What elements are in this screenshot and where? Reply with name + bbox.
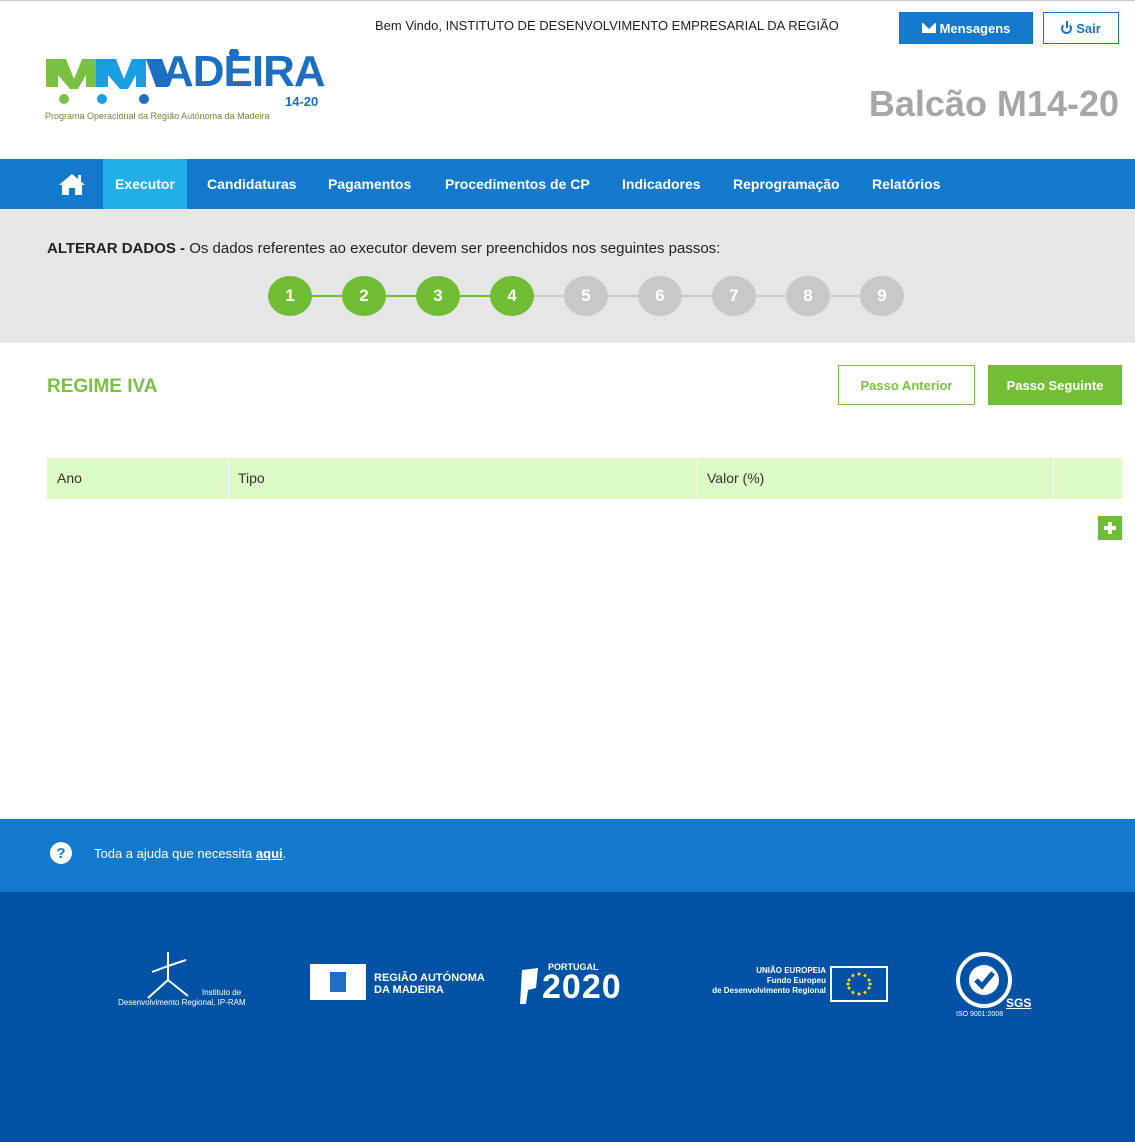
help-suffix: . (282, 846, 287, 861)
step-6[interactable]: 6 (638, 276, 682, 316)
previous-step-button[interactable]: Passo Anterior (838, 365, 975, 405)
envelope-icon (921, 23, 936, 33)
nav-item-indicadores[interactable]: Indicadores (622, 159, 701, 209)
ram-flag (310, 964, 366, 1000)
footer: Instituto de Desenvolvimento Regional, I… (0, 892, 1135, 1142)
step-2[interactable]: 2 (342, 276, 386, 316)
portugal2020-logo[interactable]: PORTUGAL 2020 (518, 962, 668, 1012)
steps-title-rest: Os dados referentes ao executor devem se… (185, 240, 721, 257)
question-icon: ? (50, 842, 72, 864)
nav-item-reprogramacao[interactable]: Reprogramação (733, 159, 840, 209)
help-bar: ? Toda a ajuda que necessita aqui. (0, 819, 1135, 892)
idr-logo-line1: Instituto de (202, 988, 242, 997)
sgs-mark (956, 952, 1012, 1008)
step-7[interactable]: 7 (712, 276, 756, 316)
logo-subtitle: Programa Operacional da Região Autónoma … (45, 111, 270, 121)
nav-item-procedimentos[interactable]: Procedimentos de CP (445, 159, 590, 209)
column-header-valor: Valor (%) (707, 470, 765, 486)
step-connector (312, 295, 342, 297)
step-9[interactable]: 9 (860, 276, 904, 316)
idr-logo[interactable]: Instituto de Desenvolvimento Regional, I… (118, 950, 258, 1014)
sgs-logo[interactable]: SGS ISO 9001:2008 (950, 950, 1040, 1020)
eu-flag (830, 966, 888, 1002)
step-4[interactable]: 4 (490, 276, 534, 316)
messages-label: Mensagens (939, 20, 1011, 36)
step-8[interactable]: 8 (786, 276, 830, 316)
eu-logo-line3: de Desenvolvimento Regional (712, 986, 826, 995)
idr-logo-mark (147, 952, 189, 999)
step-connector (682, 295, 712, 297)
steps-panel: ALTERAR DADOS - Os dados referentes ao e… (0, 209, 1135, 343)
nav-item-pagamentos[interactable]: Pagamentos (328, 159, 411, 209)
power-icon (1061, 20, 1073, 34)
portugal2020-mark (520, 968, 538, 1004)
portugal2020-line2: 2020 (542, 968, 622, 1006)
next-step-button[interactable]: Passo Seguinte (988, 365, 1122, 405)
ram-logo-line1: REGIÃO AUTÓNOMA (374, 972, 485, 984)
eu-logo[interactable]: UNIÃO EUROPEIA Fundo Europeu de Desenvol… (708, 966, 898, 1010)
step-3[interactable]: 3 (416, 276, 460, 316)
sgs-logo-line2: ISO 9001:2008 (956, 1011, 1004, 1018)
steps-title-bold: ALTERAR DADOS - (47, 240, 186, 257)
vat-table-header: Ano Tipo Valor (%) (47, 458, 1122, 499)
step-5[interactable]: 5 (564, 276, 608, 316)
messages-button[interactable]: Mensagens (899, 12, 1033, 44)
idr-logo-line2: Desenvolvimento Regional, IP-RAM (118, 998, 246, 1007)
step-connector (460, 295, 490, 297)
eu-logo-line2: Fundo Europeu (766, 976, 826, 985)
logo-number: 14-20 (285, 94, 319, 109)
main-nav: Executor Candidaturas Pagamentos Procedi… (0, 159, 1135, 209)
page-header: Bem Vindo, INSTITUTO DE DESENVOLVIMENTO … (0, 1, 1135, 159)
eu-logo-line1: UNIÃO EUROPEIA (756, 966, 826, 975)
step-connector (386, 295, 416, 297)
column-divider (1053, 458, 1054, 499)
help-message: Toda a ajuda que necessita (94, 846, 256, 861)
nav-item-executor[interactable]: Executor (103, 159, 187, 209)
home-icon[interactable] (58, 172, 86, 196)
portal-title: Balcão M14-20 (868, 83, 1119, 124)
nav-item-candidaturas[interactable]: Candidaturas (207, 159, 296, 209)
steps-instructions: ALTERAR DADOS - Os dados referentes ao e… (47, 240, 720, 257)
nav-item-relatorios[interactable]: Relatórios (872, 159, 940, 209)
logo-word: ADEIRA (162, 47, 326, 96)
add-row-button[interactable] (1098, 516, 1122, 540)
ram-logo-line2: DA MADEIRA (374, 984, 444, 996)
step-connector (756, 295, 786, 297)
ram-logo[interactable]: REGIÃO AUTÓNOMA DA MADEIRA (310, 964, 485, 1008)
step-connector (830, 295, 860, 297)
welcome-text: Bem Vindo, INSTITUTO DE DESENVOLVIMENTO … (375, 18, 839, 33)
logout-button[interactable]: Sair (1043, 12, 1119, 44)
step-connector (608, 295, 638, 297)
sgs-logo-line1: SGS (1006, 996, 1032, 1010)
help-text: Toda a ajuda que necessita aqui. (94, 846, 286, 861)
column-header-ano: Ano (57, 470, 82, 486)
step-1[interactable]: 1 (268, 276, 312, 316)
help-link[interactable]: aqui (256, 846, 283, 861)
step-connector (534, 295, 564, 297)
section-title: REGIME IVA (47, 376, 158, 397)
column-header-tipo: Tipo (238, 470, 265, 486)
logout-label: Sair (1076, 20, 1101, 36)
